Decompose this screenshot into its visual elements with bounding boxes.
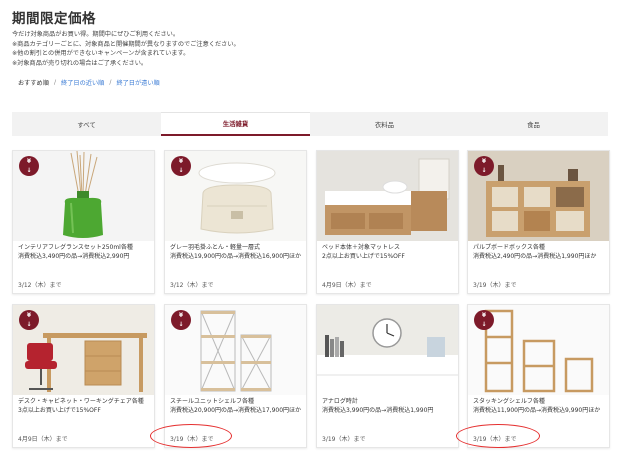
product-price: 消費税込3,990円の品→消費税込1,990円 [322, 407, 434, 414]
note-line: ※対象商品が売り切れの場合はご了承ください。 [12, 59, 148, 67]
product-end-date: 4月9日（木）まで [322, 282, 372, 289]
sort-ending-soon-link[interactable]: 終了日の近い順 [61, 78, 104, 87]
product-name: スタッキングシェルフ各種 [473, 398, 545, 405]
campaign-notes: 今だけ対象商品がお買い得。期間中にぜひご利用ください。 ※商品カテゴリーごとに、… [12, 30, 240, 68]
price-down-badge-icon: ¥ ↓ [19, 156, 39, 176]
product-name: ベッド本体＋対象マットレス [322, 244, 401, 251]
tab-clothing[interactable]: 衣料品 [310, 112, 459, 136]
product-card[interactable]: ¥ ↓ インテリアフレグランスセット250ml各種 消費税込3,490円の品→消費… [12, 150, 155, 294]
product-end-date: 3/19（木）まで [473, 282, 517, 289]
product-price: 2点以上お買い上げで15%OFF [322, 253, 405, 260]
price-down-badge-icon: ¥ ↓ [474, 156, 494, 176]
annotation-circle [150, 424, 232, 448]
product-image [317, 151, 458, 241]
product-card[interactable]: ¥ ↓ デスク・キャビネット・ワーキングチェア各種 3点以上お買い上げで15%OF… [12, 304, 155, 448]
sort-separator: / [53, 79, 57, 86]
product-price: 消費税込11,900円の品→消費税込9,990円ほか [473, 407, 601, 414]
product-price: 消費税込20,900円の品→消費税込17,900円ほか [170, 407, 302, 414]
note-line: 今だけ対象商品がお買い得。期間中にぜひご利用ください。 [12, 31, 180, 38]
product-price: 消費税込19,900円の品→消費税込16,900円ほか [170, 253, 302, 260]
sort-ending-late-link[interactable]: 終了日が遠い順 [116, 78, 159, 87]
product-card[interactable]: アナログ時計 消費税込3,990円の品→消費税込1,990円 3/19（木）まで [316, 304, 459, 448]
category-tabs: すべて 生活雑貨 衣料品 食品 [12, 112, 608, 136]
product-card[interactable]: ベッド本体＋対象マットレス 2点以上お買い上げで15%OFF 4月9日（木）まで [316, 150, 459, 294]
product-price: 3点以上お買い上げで15%OFF [18, 407, 101, 414]
tab-food[interactable]: 食品 [459, 112, 608, 136]
product-end-date: 3/12（木）まで [18, 282, 62, 289]
note-line: ※他の割引との併用ができないキャンペーンが含まれています。 [12, 50, 190, 58]
product-name: インテリアフレグランスセット250ml各種 [18, 244, 133, 251]
product-name: グレー羽毛掛ふとん・軽量一層式 [170, 244, 261, 251]
price-down-badge-icon: ¥ ↓ [171, 156, 191, 176]
sort-recommended[interactable]: おすすめ順 [18, 78, 49, 87]
product-end-date: 4月9日（木）まで [18, 436, 68, 443]
product-card[interactable]: ¥ ↓ パルプボードボックス各種 消費税込2,490円の品→消費税込1,990円ほ… [467, 150, 610, 294]
note-line: ※商品カテゴリーごとに、対象商品と開催期間が異なりますのでご注意ください。 [12, 40, 240, 48]
product-end-date: 3/12（木）まで [170, 282, 214, 289]
product-name: パルプボードボックス各種 [473, 244, 545, 251]
product-price: 消費税込3,490円の品→消費税込2,990円 [18, 253, 130, 260]
product-end-date: 3/19（木）まで [322, 436, 366, 443]
sort-options: おすすめ順 / 終了日の近い順 / 終了日が遠い順 [18, 78, 160, 87]
product-name: デスク・キャビネット・ワーキングチェア各種 [18, 398, 144, 405]
price-down-badge-icon: ¥ ↓ [474, 310, 494, 330]
sort-separator: / [109, 79, 112, 86]
tab-all[interactable]: すべて [12, 112, 161, 136]
tab-household-goods[interactable]: 生活雑貨 [161, 112, 310, 136]
product-name: スチールユニットシェルフ各種 [170, 398, 255, 405]
product-card[interactable]: ¥ ↓ グレー羽毛掛ふとん・軽量一層式 消費税込19,900円の品→消費税込16,… [164, 150, 307, 294]
annotation-circle [456, 424, 540, 448]
page-title: 期間限定価格 [12, 11, 96, 27]
price-down-badge-icon: ¥ ↓ [171, 310, 191, 330]
product-image [317, 305, 458, 395]
price-down-badge-icon: ¥ ↓ [19, 310, 39, 330]
product-price: 消費税込2,490円の品→消費税込1,990円ほか [473, 253, 597, 260]
product-name: アナログ時計 [322, 398, 358, 405]
